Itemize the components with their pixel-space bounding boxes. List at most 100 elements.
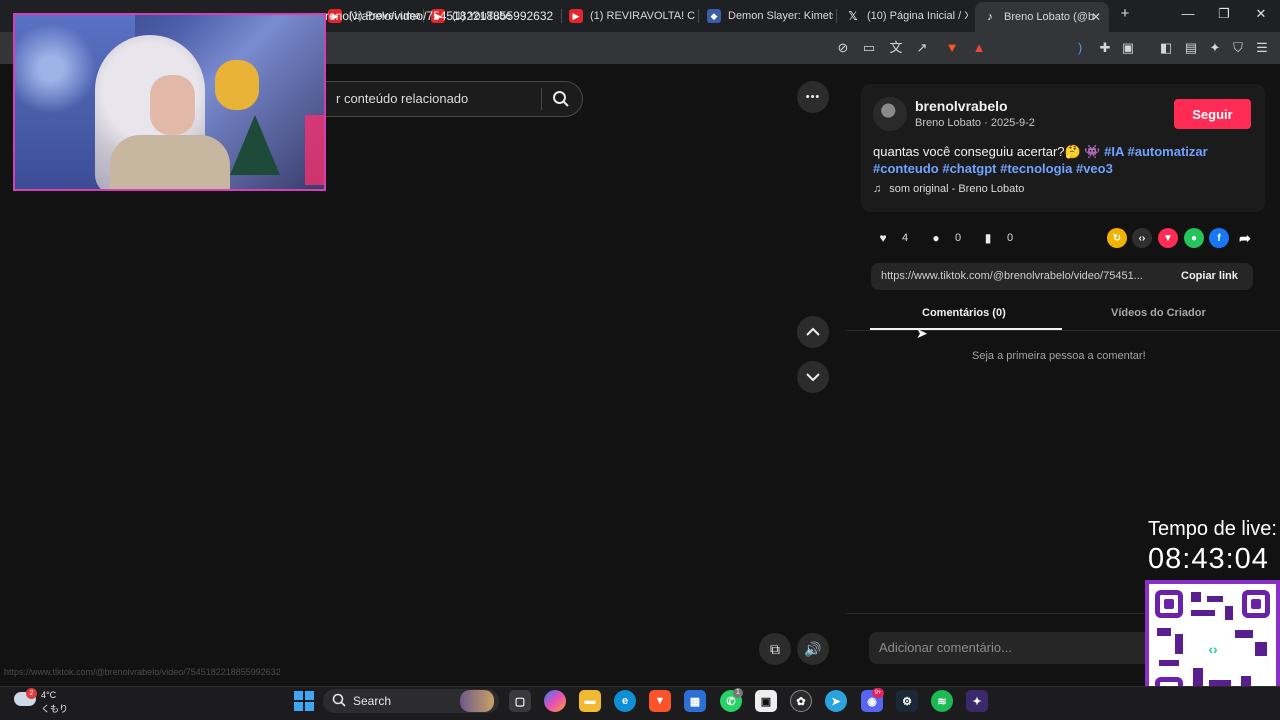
status-url: https://www.tiktok.com/@brenolvrabelo/vi… bbox=[4, 667, 281, 677]
sidebar-icon[interactable]: ◧ bbox=[1158, 40, 1174, 56]
extensions-icon[interactable]: ✚ bbox=[1097, 40, 1113, 56]
file-explorer-icon[interactable]: ▬ bbox=[579, 690, 601, 712]
search-icon bbox=[553, 91, 569, 107]
store-icon[interactable]: ▦ bbox=[684, 690, 706, 712]
mouse-cursor: ➤ bbox=[916, 325, 928, 341]
weather-badge: 2 bbox=[26, 688, 37, 699]
tab-title: Demon Slayer: Kimetsu bbox=[728, 10, 833, 22]
copilot-icon[interactable] bbox=[544, 690, 566, 712]
username[interactable]: brenolvrabelo bbox=[915, 98, 1008, 114]
cast-icon[interactable]: ▭ bbox=[861, 40, 877, 56]
search-icon bbox=[332, 693, 346, 712]
wallet-signal-icon[interactable]: ) bbox=[1072, 40, 1088, 56]
music-note-icon: ♫ bbox=[873, 183, 882, 195]
save-count: 0 bbox=[1007, 232, 1014, 244]
site-icon: ◆ bbox=[707, 9, 721, 23]
tab-comments[interactable]: Comentários (0) bbox=[922, 307, 1006, 319]
chatgpt-icon[interactable]: ✿ bbox=[790, 690, 812, 712]
share-page-icon[interactable]: ↗ bbox=[914, 40, 930, 56]
weather-widget[interactable]: 2 4°C くもり bbox=[14, 688, 74, 717]
music-title: som original - Breno Lobato bbox=[889, 183, 1025, 195]
tracking-off-icon[interactable]: ⊘ bbox=[835, 40, 851, 56]
tab-active-tiktok[interactable]: ♪ Breno Lobato (@b ✕ bbox=[975, 2, 1109, 32]
video-link[interactable]: https://www.tiktok.com/@brenolvrabelo/vi… bbox=[881, 270, 1166, 282]
tab-6[interactable]: ◆ Demon Slayer: Kimetsu bbox=[699, 4, 833, 28]
search-button[interactable] bbox=[545, 83, 577, 115]
brave-rewards-icon[interactable]: ▲ bbox=[971, 40, 987, 56]
spotify-icon[interactable]: ≋ bbox=[931, 690, 953, 712]
line-icon[interactable]: ● bbox=[1184, 228, 1204, 248]
next-video-button[interactable] bbox=[797, 361, 829, 393]
temperature: 4°C bbox=[41, 690, 57, 700]
live-time-label: Tempo de live: bbox=[1148, 518, 1277, 540]
post-description: quantas você conseguiu acertar?🤔 👾 #IA #… bbox=[873, 143, 1253, 177]
bookmark-icon: ▮ bbox=[984, 231, 992, 245]
copy-link-button[interactable]: Copiar link bbox=[1181, 270, 1238, 282]
nickname-date: Breno Lobato · 2025-9-2 bbox=[915, 117, 1035, 129]
tab-title: (1) REVIRAVOLTA! CASA bbox=[590, 10, 695, 22]
minimize-button[interactable]: — bbox=[1178, 6, 1198, 21]
previous-video-button[interactable] bbox=[797, 316, 829, 348]
more-options-button[interactable]: ••• bbox=[797, 81, 829, 113]
taskbar-search-label: Search bbox=[353, 694, 392, 708]
avatar[interactable] bbox=[873, 97, 907, 131]
tab-7[interactable]: 𝕏 (10) Página Inicial / X bbox=[838, 4, 968, 28]
facebook-icon[interactable]: f bbox=[1209, 228, 1229, 248]
tab-5[interactable]: ▶ (1) REVIRAVOLTA! CASA bbox=[561, 4, 695, 28]
steam-icon[interactable]: ⚙ bbox=[896, 690, 918, 712]
menu-icon[interactable]: ☰ bbox=[1254, 40, 1270, 56]
tab-creator-videos[interactable]: Vídeos do Criador bbox=[1111, 307, 1206, 319]
search-placeholder: r conteúdo relacionado bbox=[336, 91, 469, 106]
new-tab-button[interactable]: + bbox=[1115, 5, 1135, 22]
repost-icon[interactable]: ↻ bbox=[1107, 228, 1127, 248]
empty-comments-message: Seja a primeira pessoa a comentar! bbox=[972, 350, 1146, 362]
tab-title: Breno Lobato (@b bbox=[1004, 11, 1095, 23]
media-icon[interactable]: ▣ bbox=[1120, 40, 1136, 56]
tab-title: (10) Página Inicial / X bbox=[867, 10, 968, 22]
more-share-icon[interactable]: ➦ bbox=[1235, 228, 1255, 248]
capcut-icon[interactable]: ▣ bbox=[755, 690, 777, 712]
youtube-icon: ▶ bbox=[569, 9, 583, 23]
volume-icon: 🔊 bbox=[804, 640, 822, 657]
taskbar bbox=[0, 686, 1280, 720]
follow-button[interactable]: Seguir bbox=[1174, 99, 1251, 129]
brave-shields-icon[interactable]: ▼ bbox=[944, 40, 960, 56]
tiktok-icon: ♪ bbox=[987, 11, 993, 23]
hashtags[interactable]: #IA #automatizar bbox=[1104, 144, 1208, 159]
telegram-icon[interactable]: ➤ bbox=[825, 690, 847, 712]
vpn-icon[interactable]: ⛉ bbox=[1230, 40, 1246, 56]
brave-icon[interactable]: ▼ bbox=[649, 690, 671, 712]
task-view-icon[interactable]: ▢ bbox=[509, 690, 531, 712]
obs-icon[interactable]: ✦ bbox=[966, 690, 988, 712]
chevron-down-icon bbox=[806, 373, 820, 382]
like-action[interactable]: ♥ 4 bbox=[872, 227, 908, 249]
comment-count: 0 bbox=[955, 232, 962, 244]
leo-ai-icon[interactable]: ✦ bbox=[1207, 40, 1223, 56]
live-timer: 08:43:04 bbox=[1148, 543, 1269, 575]
wallet-icon[interactable]: ▤ bbox=[1183, 40, 1199, 56]
address-bar[interactable]: renolvrabelo/video/7545182218855992632 bbox=[325, 9, 553, 23]
heart-icon: ♥ bbox=[879, 231, 887, 245]
comment-action[interactable]: ● 0 bbox=[925, 227, 961, 249]
save-action[interactable]: ▮ 0 bbox=[977, 227, 1013, 249]
chevron-up-icon bbox=[806, 327, 820, 336]
embed-icon[interactable]: ‹› bbox=[1132, 228, 1152, 248]
edge-icon[interactable]: e bbox=[614, 690, 636, 712]
send-to-friend-icon[interactable]: ▼ bbox=[1158, 228, 1178, 248]
translate-icon[interactable]: 文 bbox=[888, 40, 904, 56]
qr-logo-icon: ‹› bbox=[1199, 638, 1227, 660]
search-divider bbox=[541, 88, 542, 110]
hashtags[interactable]: #conteudo #chatgpt #tecnologia #veo3 bbox=[873, 161, 1113, 176]
tab-separator bbox=[836, 9, 837, 23]
volume-button[interactable]: 🔊 bbox=[797, 633, 829, 665]
close-tab-icon[interactable]: ✕ bbox=[1091, 10, 1101, 24]
pip-button[interactable]: ⧉ bbox=[759, 633, 791, 665]
music-link[interactable]: ♫ som original - Breno Lobato bbox=[873, 183, 1024, 195]
discord-badge: 9+ bbox=[872, 688, 884, 698]
description-text: quantas você conseguiu acertar?🤔 👾 bbox=[873, 144, 1105, 159]
start-button[interactable] bbox=[294, 691, 314, 711]
pip-icon: ⧉ bbox=[770, 640, 780, 657]
close-window-button[interactable]: ✕ bbox=[1251, 6, 1271, 22]
whatsapp-badge: 1 bbox=[733, 688, 743, 698]
maximize-button[interactable]: ❐ bbox=[1214, 6, 1234, 22]
